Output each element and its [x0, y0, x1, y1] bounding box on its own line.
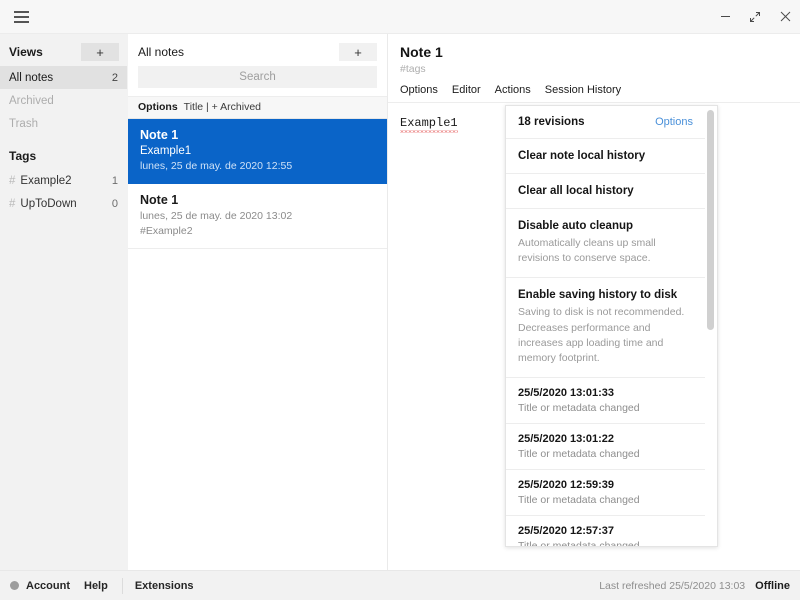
editor-tags-field[interactable]: #tags: [400, 63, 788, 75]
sidebar-tag-label: Example2: [20, 174, 72, 187]
sidebar-item-trash[interactable]: Trash: [0, 112, 127, 135]
sidebar-item-count: 2: [111, 71, 118, 84]
sidebar-tag-example2[interactable]: # Example2 1: [0, 169, 127, 192]
hamburger-bar: [13, 20, 29, 23]
editor-panel: Note 1 #tags Options Editor Actions Sess…: [388, 34, 800, 570]
history-scrollbar[interactable]: [707, 110, 714, 544]
sidebar-tag-count: 1: [111, 174, 118, 187]
revision-timestamp: 25/5/2020 12:59:39: [518, 479, 615, 492]
help-button[interactable]: Help: [84, 580, 108, 592]
close-icon[interactable]: [770, 0, 800, 34]
hash-icon: #: [9, 197, 16, 210]
editor-header: Note 1 #tags: [388, 34, 800, 79]
editor-content-area[interactable]: Example1 18 revisions Options Clear note…: [388, 103, 800, 570]
list-item[interactable]: 25/5/2020 13:01:22 Title or metadata cha…: [506, 424, 705, 471]
revision-change: Title or metadata changed: [518, 540, 640, 547]
note-list-header: All notes +: [128, 34, 387, 64]
revision-count-label: 18 revisions: [518, 116, 585, 128]
last-refreshed-label: Last refreshed 25/5/2020 13:03: [599, 579, 746, 592]
list-item[interactable]: 25/5/2020 13:01:33 Title or metadata cha…: [506, 378, 705, 425]
menu-item-clear-all-local-history[interactable]: Clear all local history: [506, 174, 705, 209]
list-item[interactable]: Note 1 lunes, 25 de may. de 2020 13:02 #…: [128, 184, 387, 249]
footer-divider: [121, 577, 123, 594]
note-tag: #Example2: [140, 225, 193, 237]
sidebar-item-all-notes[interactable]: All notes 2: [0, 66, 127, 89]
editor-text[interactable]: Example1: [400, 116, 458, 133]
note-list-options-button[interactable]: Options: [138, 101, 178, 113]
note-title: Note 1: [140, 193, 179, 207]
connection-status-badge[interactable]: Offline: [755, 580, 790, 592]
revision-timestamp: 25/5/2020 13:01:33: [518, 387, 615, 400]
note-list-panel: All notes + Options Title | + Archived N…: [128, 34, 388, 570]
sidebar-tag-count: 0: [111, 197, 118, 210]
search-wrapper: [128, 64, 387, 96]
extensions-button[interactable]: Extensions: [135, 580, 194, 592]
hash-icon: #: [9, 174, 16, 187]
sidebar-item-archived[interactable]: Archived: [0, 89, 127, 112]
note-date: lunes, 25 de may. de 2020 12:55: [140, 160, 293, 172]
revision-timestamp: 25/5/2020 13:01:22: [518, 433, 615, 446]
minimize-icon[interactable]: [710, 0, 740, 34]
note-date: lunes, 25 de may. de 2020 13:02: [140, 210, 293, 222]
note-list-options-bar: Options Title | + Archived: [128, 96, 387, 119]
views-header-label: Views: [9, 45, 43, 59]
app-window: Views + All notes 2 Archived Trash Tags …: [0, 0, 800, 600]
tab-actions[interactable]: Actions: [495, 84, 531, 96]
menu-item-description: Saving to disk is not recommended. Decre…: [518, 306, 685, 365]
note-items: Note 1 Example1 lunes, 25 de may. de 202…: [128, 119, 387, 570]
add-view-button[interactable]: +: [81, 43, 119, 61]
menu-item-title: Enable saving history to disk: [518, 289, 678, 302]
menu-item-disable-auto-cleanup[interactable]: Disable auto cleanup Automatically clean…: [506, 209, 705, 279]
page-title[interactable]: Note 1: [400, 44, 788, 60]
sidebar-item-label: Trash: [9, 117, 38, 130]
menu-item-enable-saving-history-to-disk[interactable]: Enable saving history to disk Saving to …: [506, 278, 705, 379]
note-list-sort-label[interactable]: Title | + Archived: [184, 101, 261, 113]
revision-change: Title or metadata changed: [518, 448, 640, 461]
list-item[interactable]: 25/5/2020 12:59:39 Title or metadata cha…: [506, 470, 705, 517]
account-button[interactable]: Account: [26, 580, 70, 592]
main-body: Views + All notes 2 Archived Trash Tags …: [0, 34, 800, 570]
tab-editor[interactable]: Editor: [452, 84, 481, 96]
list-item[interactable]: 25/5/2020 12:57:37 Title or metadata cha…: [506, 516, 705, 547]
hamburger-bar: [13, 10, 29, 13]
sidebar: Views + All notes 2 Archived Trash Tags …: [0, 34, 128, 570]
session-history-popover: 18 revisions Options Clear note local hi…: [505, 105, 718, 547]
account-status-dot-icon: [10, 581, 19, 590]
search-input[interactable]: [138, 66, 377, 88]
sidebar-item-label: All notes: [9, 71, 54, 84]
tab-options[interactable]: Options: [400, 84, 438, 96]
session-history-header: 18 revisions Options: [506, 106, 705, 139]
menu-item-description: Automatically cleans up small revisions …: [518, 237, 656, 265]
status-bar-right: Last refreshed 25/5/2020 13:03 Offline: [599, 580, 790, 592]
revision-change: Title or metadata changed: [518, 402, 640, 415]
views-header: Views +: [0, 38, 127, 66]
add-note-button[interactable]: +: [339, 43, 377, 61]
revision-change: Title or metadata changed: [518, 494, 640, 507]
hamburger-bar: [13, 15, 29, 18]
note-title: Note 1: [140, 128, 179, 142]
session-history-scroll-area: 18 revisions Options Clear note local hi…: [506, 106, 717, 546]
hamburger-menu-icon[interactable]: [0, 0, 42, 34]
revision-timestamp: 25/5/2020 12:57:37: [518, 525, 615, 538]
sidebar-item-label: Archived: [9, 94, 54, 107]
note-list-title: All notes: [138, 45, 185, 59]
maximize-icon[interactable]: [740, 0, 770, 34]
title-bar: [0, 0, 800, 34]
sidebar-tag-uptodown[interactable]: # UpToDown 0: [0, 192, 127, 215]
status-bar: Account Help Extensions Last refreshed 2…: [0, 570, 800, 600]
history-options-link[interactable]: Options: [655, 116, 693, 128]
menu-item-title: Clear all local history: [518, 185, 634, 197]
tags-header-label: Tags: [9, 149, 37, 163]
history-scrollbar-thumb[interactable]: [707, 110, 714, 330]
menu-item-title: Clear note local history: [518, 150, 646, 162]
note-snippet: Example1: [140, 145, 192, 157]
menu-item-title: Disable auto cleanup: [518, 220, 634, 232]
list-item[interactable]: Note 1 Example1 lunes, 25 de may. de 202…: [128, 119, 387, 184]
window-controls: [710, 0, 800, 34]
tab-session-history[interactable]: Session History: [545, 84, 621, 96]
editor-tab-bar: Options Editor Actions Session History: [388, 79, 800, 103]
sidebar-tag-label: UpToDown: [20, 197, 77, 210]
menu-item-clear-note-local-history[interactable]: Clear note local history: [506, 139, 705, 174]
